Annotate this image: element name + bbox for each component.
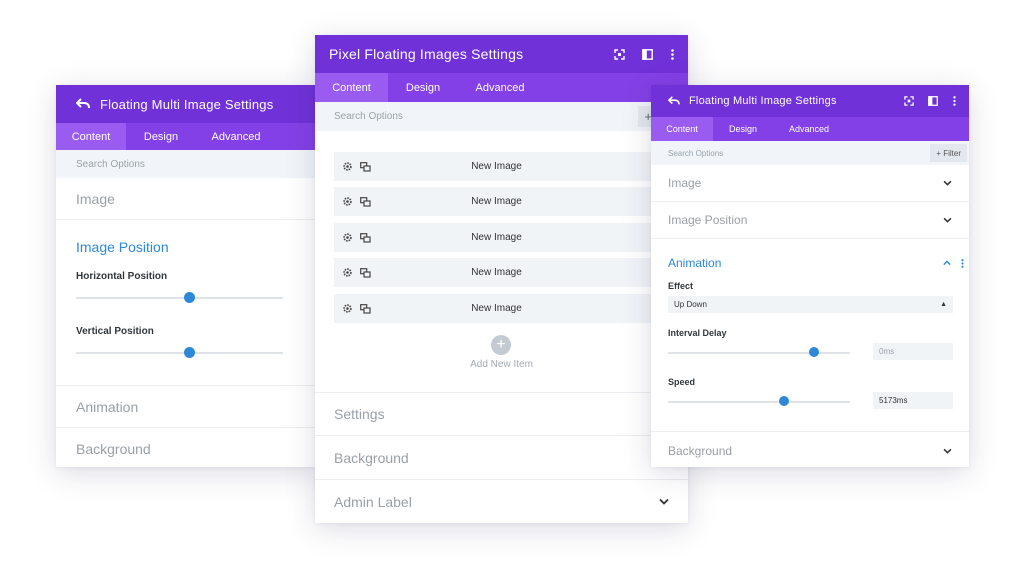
horizontal-slider-track[interactable] (76, 297, 283, 299)
tab-design[interactable]: Design (126, 123, 196, 150)
right-settings-panel: Floating Multi Image Settings Content De… (651, 85, 969, 467)
module-items-list: New Image New Image New Image New Image (315, 131, 688, 393)
right-tabs: Content Design Advanced (651, 117, 969, 141)
section-title: Image Position (76, 239, 169, 255)
section-animation[interactable]: Animation (56, 386, 324, 428)
section-admin-label[interactable]: Admin Label (315, 480, 688, 523)
split-view-icon[interactable] (927, 95, 939, 107)
tab-design[interactable]: Design (388, 73, 458, 102)
search-input[interactable]: Search Options + (315, 102, 688, 131)
section-image[interactable]: Image (651, 165, 969, 202)
center-tabs: Content Design Advanced (315, 73, 688, 102)
speed-input[interactable]: 5173ms (873, 392, 953, 409)
effect-select[interactable]: Up Down ▲︎ (668, 296, 953, 313)
select-arrows-icon: ▲︎ (940, 301, 947, 308)
back-arrow-icon[interactable] (76, 98, 90, 110)
filter-button[interactable]: + Filter (930, 144, 967, 162)
add-new-item-label[interactable]: Add New Item (315, 359, 688, 370)
interval-delay-input[interactable]: 0ms (873, 343, 953, 360)
stage: Floating Multi Image Settings Content De… (0, 0, 1015, 568)
list-item[interactable]: New Image (334, 187, 663, 216)
speed-label: Speed (668, 377, 696, 387)
header-icons (612, 47, 676, 61)
tab-content[interactable]: Content (315, 73, 388, 102)
back-arrow-icon[interactable] (668, 96, 680, 106)
center-panel-header: Pixel Floating Images Settings (315, 35, 688, 73)
interval-delay-label: Interval Delay (668, 328, 727, 338)
speed-slider-track[interactable] (668, 401, 850, 403)
section-image[interactable]: Image (56, 178, 324, 220)
interval-slider-knob[interactable] (808, 347, 819, 357)
tab-advanced[interactable]: Advanced (196, 123, 276, 150)
list-item[interactable]: New Image (334, 258, 663, 287)
section-image-position[interactable]: Image Position (651, 202, 969, 239)
section-settings[interactable]: Settings (315, 393, 688, 436)
search-placeholder: Search Options (668, 148, 724, 158)
chevron-down-icon[interactable] (943, 180, 952, 186)
section-label: Admin Label (334, 493, 412, 510)
item-name: New Image (471, 196, 522, 207)
chevron-down-icon[interactable] (943, 217, 952, 223)
item-name: New Image (471, 161, 522, 172)
split-view-icon[interactable] (640, 47, 654, 61)
section-label: Settings (334, 406, 385, 422)
interval-slider-track[interactable] (668, 352, 850, 354)
section-label: Animation (76, 398, 139, 415)
image-position-section: Image Position Horizontal Position Verti… (56, 220, 324, 386)
horizontal-position-label: Horizontal Position (76, 271, 168, 282)
section-title: Animation (668, 256, 722, 270)
speed-slider-knob[interactable] (779, 396, 790, 406)
search-placeholder: Search Options (334, 111, 403, 122)
section-background[interactable]: Background (56, 428, 324, 467)
fullscreen-icon[interactable] (612, 47, 626, 61)
left-panel-header: Floating Multi Image Settings (56, 85, 324, 123)
fullscreen-icon[interactable] (903, 95, 915, 107)
left-panel-title: Floating Multi Image Settings (100, 96, 274, 112)
search-input[interactable]: Search Options + Filter (651, 141, 969, 165)
left-tabs: Content Design Advanced (56, 123, 324, 150)
item-name: New Image (471, 303, 522, 314)
tab-content[interactable]: Content (651, 117, 713, 141)
list-item[interactable]: New Image (334, 152, 663, 181)
tab-content[interactable]: Content (56, 123, 126, 150)
section-label: Background (334, 449, 409, 466)
vertical-slider-knob[interactable] (184, 347, 196, 358)
item-name: New Image (471, 232, 522, 243)
tab-design[interactable]: Design (713, 117, 773, 141)
more-options-icon[interactable] (961, 259, 964, 268)
effect-value: Up Down (674, 300, 707, 309)
item-name: New Image (471, 267, 522, 278)
vertical-slider-track[interactable] (76, 352, 283, 354)
section-label: Background (76, 440, 151, 457)
section-label: Image (76, 190, 115, 207)
add-item-icon[interactable]: + (491, 335, 511, 355)
right-panel-header: Floating Multi Image Settings (651, 85, 969, 117)
center-settings-panel: Pixel Floating Images Settings Content D… (315, 35, 688, 523)
section-background[interactable]: Background (315, 436, 688, 480)
section-label: Image (668, 176, 702, 190)
vertical-position-label: Vertical Position (76, 326, 154, 337)
left-settings-panel: Floating Multi Image Settings Content De… (56, 85, 324, 467)
chevron-down-icon[interactable] (659, 498, 669, 505)
tab-advanced[interactable]: Advanced (773, 117, 845, 141)
header-icons (903, 95, 957, 107)
effect-label: Effect (668, 281, 694, 291)
tab-advanced[interactable]: Advanced (458, 73, 542, 102)
chevron-up-icon[interactable] (943, 260, 951, 266)
section-label: Background (668, 443, 733, 458)
center-panel-title: Pixel Floating Images Settings (329, 46, 524, 62)
list-item[interactable]: New Image (334, 223, 663, 252)
search-input[interactable]: Search Options (56, 150, 324, 178)
chevron-down-icon[interactable] (943, 448, 952, 454)
list-item[interactable]: New Image (334, 294, 663, 323)
horizontal-slider-knob[interactable] (184, 292, 196, 303)
more-options-icon[interactable] (668, 47, 676, 61)
more-options-icon[interactable] (951, 95, 957, 107)
animation-section: Animation Effect Up Down ▲︎ Interval Del… (651, 239, 969, 432)
section-label: Image Position (668, 213, 748, 227)
right-panel-title: Floating Multi Image Settings (689, 95, 837, 107)
section-background[interactable]: Background (651, 432, 969, 467)
